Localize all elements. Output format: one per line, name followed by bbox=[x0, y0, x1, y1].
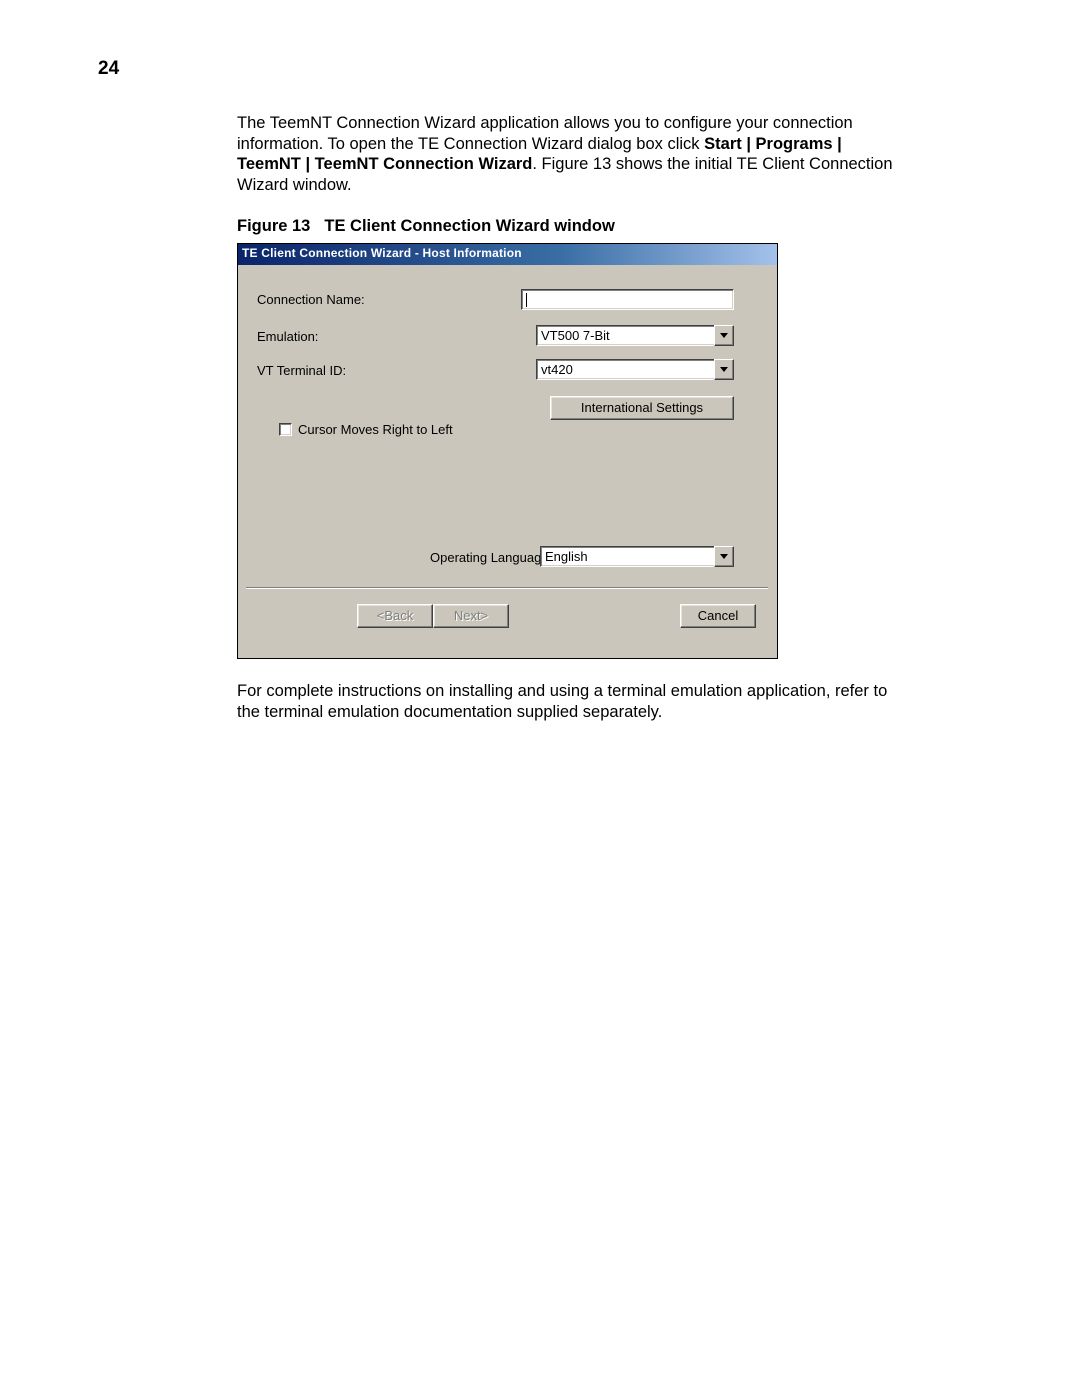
vt-terminal-id-value: vt420 bbox=[536, 359, 714, 380]
outro-paragraph: For complete instructions on installing … bbox=[237, 681, 902, 722]
figure-title: TE Client Connection Wizard window bbox=[324, 217, 614, 235]
document-page: 24 The TeemNT Connection Wizard applicat… bbox=[0, 0, 1080, 1397]
dialog-titlebar: TE Client Connection Wizard - Host Infor… bbox=[238, 244, 777, 265]
emulation-dropdown-button[interactable] bbox=[714, 325, 734, 346]
operating-language-dropdown-button[interactable] bbox=[714, 546, 734, 567]
next-button[interactable]: Next> bbox=[433, 604, 509, 628]
figure-caption: Figure 13 TE Client Connection Wizard win… bbox=[237, 217, 615, 236]
dialog-client-area: Connection Name: Emulation: VT500 7-Bit … bbox=[238, 265, 777, 658]
back-button[interactable]: <Back bbox=[357, 604, 433, 628]
vt-terminal-id-label: VT Terminal ID: bbox=[257, 363, 346, 378]
international-settings-button[interactable]: International Settings bbox=[550, 396, 734, 420]
chevron-down-icon bbox=[720, 333, 728, 338]
emulation-value: VT500 7-Bit bbox=[536, 325, 714, 346]
text-caret-icon bbox=[526, 293, 527, 307]
chevron-down-icon bbox=[720, 367, 728, 372]
checkbox-box-icon bbox=[279, 423, 292, 436]
chevron-down-icon bbox=[720, 554, 728, 559]
horizontal-separator bbox=[246, 587, 768, 589]
emulation-combobox[interactable]: VT500 7-Bit bbox=[536, 325, 734, 346]
emulation-label: Emulation: bbox=[257, 329, 318, 344]
page-number: 24 bbox=[98, 58, 119, 80]
operating-language-combobox[interactable]: English bbox=[540, 546, 734, 567]
figure-label: Figure 13 bbox=[237, 217, 310, 235]
te-client-connection-wizard-dialog: TE Client Connection Wizard - Host Infor… bbox=[237, 243, 778, 659]
intro-paragraph: The TeemNT Connection Wizard application… bbox=[237, 113, 902, 196]
vt-terminal-id-combobox[interactable]: vt420 bbox=[536, 359, 734, 380]
cursor-rtl-label: Cursor Moves Right to Left bbox=[298, 422, 453, 437]
dialog-title: TE Client Connection Wizard - Host Infor… bbox=[242, 246, 522, 260]
vt-terminal-id-dropdown-button[interactable] bbox=[714, 359, 734, 380]
cursor-rtl-checkbox[interactable]: Cursor Moves Right to Left bbox=[279, 422, 453, 437]
cancel-button[interactable]: Cancel bbox=[680, 604, 756, 628]
operating-language-label: Operating Language: bbox=[430, 550, 552, 565]
connection-name-label: Connection Name: bbox=[257, 292, 365, 307]
operating-language-value: English bbox=[540, 546, 714, 567]
connection-name-input[interactable] bbox=[521, 289, 734, 310]
